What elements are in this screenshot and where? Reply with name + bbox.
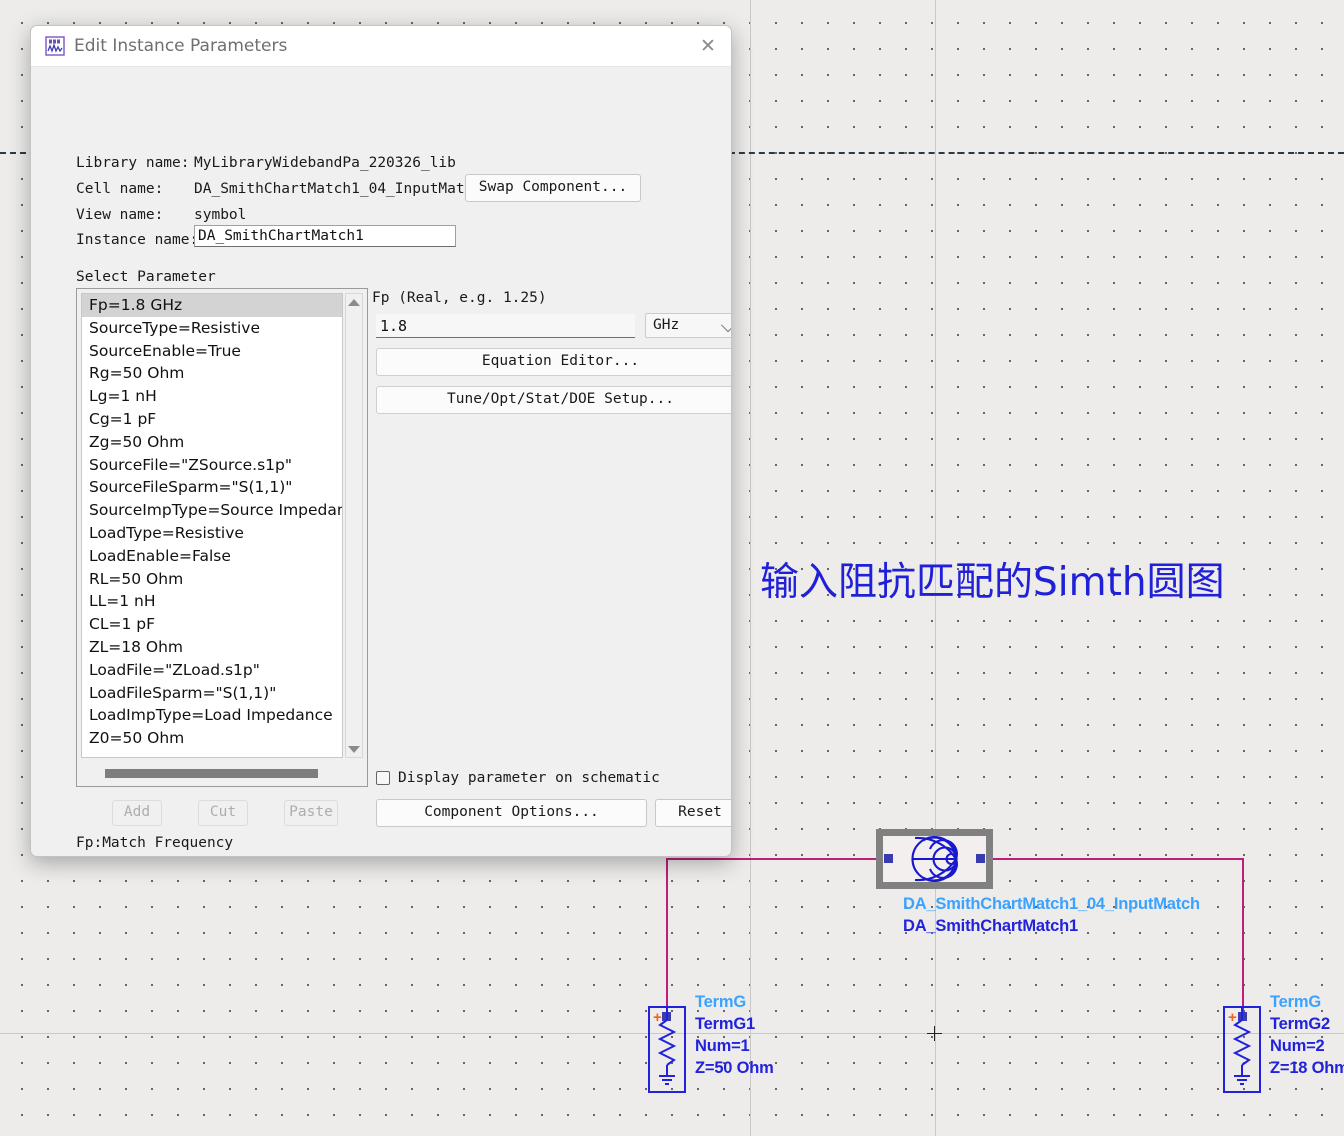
parameter-list[interactable]: Fp=1.8 GHz SourceType=Resistive SourceEnab… <box>81 293 343 758</box>
component-cell-label[interactable]: DA_SmithChartMatch1_04_InputMatch <box>903 895 1200 914</box>
wire-left-horizontal[interactable] <box>666 858 892 861</box>
term1-impedance-label[interactable]: Z=50 Ohm <box>695 1059 774 1078</box>
term2-name-label[interactable]: TermG2 <box>1270 1015 1330 1034</box>
select-parameter-label: Select Parameter <box>76 269 216 285</box>
term1-num-label[interactable]: Num=1 <box>695 1037 750 1056</box>
parameter-list-item[interactable]: SourceType=Resistive <box>82 317 342 340</box>
cell-name-label: Cell name: <box>76 181 164 197</box>
parameter-list-item[interactable]: RL=50 Ohm <box>82 568 342 591</box>
parameter-list-item[interactable]: LoadFileSparm="S(1,1)" <box>82 682 342 705</box>
parameter-list-item[interactable]: LoadImpType=Load Impedance <box>82 704 342 727</box>
instance-name-label: Instance name: <box>76 232 199 248</box>
term2-num-label[interactable]: Num=2 <box>1270 1037 1325 1056</box>
swap-component-button[interactable]: Swap Component... <box>465 174 641 202</box>
dialog-titlebar[interactable]: Edit Instance Parameters ✕ <box>31 26 731 67</box>
parameter-list-item[interactable]: Lg=1 nH <box>82 385 342 408</box>
view-name-label: View name: <box>76 207 164 223</box>
component-pin-left[interactable] <box>884 854 893 863</box>
equation-editor-button[interactable]: Equation Editor... <box>376 348 731 376</box>
wire-right-vertical[interactable] <box>1242 858 1245 1018</box>
view-name-value: symbol <box>194 207 247 223</box>
parameter-list-item[interactable]: ZL=18 Ohm <box>82 636 342 659</box>
paste-button[interactable]: Paste <box>284 800 338 826</box>
wire-right-horizontal[interactable] <box>976 858 1244 861</box>
reset-button[interactable]: Reset <box>655 799 731 827</box>
parameter-list-item[interactable]: Zg=50 Ohm <box>82 431 342 454</box>
unit-select[interactable]: GHz <box>645 313 731 338</box>
scroll-down-icon[interactable] <box>346 741 362 757</box>
parameter-value-input[interactable] <box>376 314 635 338</box>
dialog-title: Edit Instance Parameters <box>74 36 288 56</box>
library-name-label: Library name: <box>76 155 190 171</box>
parameter-description: Fp:Match Frequency <box>76 835 234 851</box>
parameter-list-vertical-scrollbar[interactable] <box>345 293 363 758</box>
parameter-list-item[interactable]: Rg=50 Ohm <box>82 362 342 385</box>
parameter-list-horizontal-scrollbar[interactable] <box>81 766 361 782</box>
parameter-list-item[interactable]: SourceEnable=True <box>82 340 342 363</box>
parameter-list-item[interactable]: LoadFile="ZLoad.s1p" <box>82 659 342 682</box>
component-instance-label[interactable]: DA_SmithChartMatch1 <box>903 917 1078 936</box>
parameter-list-item[interactable]: LoadEnable=False <box>82 545 342 568</box>
parameter-list-item[interactable]: CL=1 pF <box>82 613 342 636</box>
parameter-list-item[interactable]: Z0=50 Ohm <box>82 727 342 750</box>
display-parameter-label: Display parameter on schematic <box>398 770 660 786</box>
tune-opt-stat-doe-setup-button[interactable]: Tune/Opt/Stat/DOE Setup... <box>376 386 731 414</box>
term1-symbol[interactable]: + <box>648 1006 686 1093</box>
term2-type-label[interactable]: TermG <box>1270 993 1321 1012</box>
term1-name-label[interactable]: TermG1 <box>695 1015 755 1034</box>
term1-type-label[interactable]: TermG <box>695 993 746 1012</box>
parameter-list-item[interactable]: SourceFile="ZSource.s1p" <box>82 454 342 477</box>
parameter-list-item[interactable]: LL=1 nH <box>82 590 342 613</box>
term2-resistor-icon <box>1232 1008 1252 1085</box>
parameter-list-panel: Fp=1.8 GHz SourceType=Resistive SourceEnab… <box>76 288 368 787</box>
parameter-list-item[interactable]: SourceImpType=Source Impedanc <box>82 499 342 522</box>
term1-resistor-icon <box>657 1008 677 1085</box>
canvas-page-divider-left <box>750 0 751 1136</box>
parameter-list-item[interactable]: Fp=1.8 GHz <box>82 294 342 317</box>
parameter-list-item[interactable]: SourceFileSparm="S(1,1)" <box>82 476 342 499</box>
chevron-down-icon <box>720 318 731 333</box>
horizontal-scroll-thumb[interactable] <box>105 769 318 778</box>
library-name-value: MyLibraryWidebandPa_220326_lib <box>194 155 456 171</box>
cell-name-value: DA_SmithChartMatch1_04_InputMatch <box>194 181 483 197</box>
edit-instance-parameters-dialog[interactable]: Edit Instance Parameters ✕ Library name:… <box>30 25 732 857</box>
term2-symbol[interactable]: + <box>1223 1006 1261 1093</box>
waveform-icon <box>45 36 65 56</box>
component-pin-right[interactable] <box>976 854 985 863</box>
scroll-up-icon[interactable] <box>346 294 362 310</box>
cut-button[interactable]: Cut <box>198 800 248 826</box>
term2-impedance-label[interactable]: Z=18 Ohm <box>1270 1059 1344 1078</box>
display-parameter-checkbox[interactable] <box>376 771 390 785</box>
parameter-list-item[interactable]: Cg=1 pF <box>82 408 342 431</box>
unit-select-value: GHz <box>653 317 680 333</box>
schematic-annotation-text[interactable]: 输入阻抗匹配的Simth圆图 <box>760 551 1225 607</box>
parameter-list-item[interactable]: LoadType=Resistive <box>82 522 342 545</box>
smith-chart-icon <box>911 836 958 882</box>
display-parameter-checkbox-row[interactable]: Display parameter on schematic <box>376 770 660 786</box>
wire-left-vertical[interactable] <box>666 858 669 1018</box>
close-icon[interactable]: ✕ <box>685 26 731 66</box>
parameter-hint-label: Fp (Real, e.g. 1.25) <box>372 290 547 306</box>
instance-name-input[interactable] <box>194 225 456 247</box>
dialog-body: Library name: MyLibraryWidebandPa_220326… <box>31 67 731 856</box>
canvas-origin-crosshair <box>927 1026 942 1041</box>
component-options-button[interactable]: Component Options... <box>376 799 647 827</box>
add-button[interactable]: Add <box>112 800 162 826</box>
